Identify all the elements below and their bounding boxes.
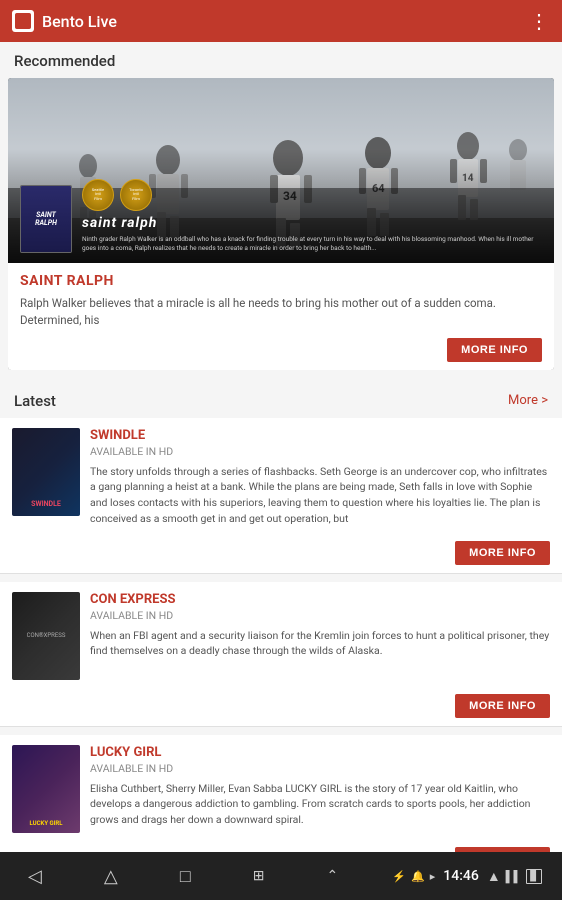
item-top-lucky: LUCKY GIRL AVAILABLE IN HD Elisha Cuthbe… [0, 735, 562, 833]
recommended-header: Recommended [0, 42, 562, 78]
item-footer-lucky: MORE INFO [0, 833, 562, 853]
item-title-swindle: SWINDLE [90, 428, 550, 443]
hero-info-right: SeattleIntlFilm TorontoIntlFilm saint ra… [82, 179, 542, 253]
hero-awards: SeattleIntlFilm TorontoIntlFilm [82, 179, 542, 211]
app-icon-inner [15, 13, 31, 29]
con-more-info-button[interactable]: MORE INFO [455, 694, 550, 718]
poster-swindle [12, 428, 80, 516]
home-button[interactable]: △ [96, 858, 126, 895]
list-item: CON EXPRESS AVAILABLE IN HD When an FBI … [0, 582, 562, 727]
hero-poster-title: SAINTRALPH [35, 211, 57, 227]
item-title-lucky: LUCKY GIRL [90, 745, 550, 760]
item-footer-con: MORE INFO [0, 680, 562, 726]
sync-icon: 🔔 [411, 870, 425, 883]
signal-icon: ▌▌ [506, 870, 522, 883]
item-top-con: CON EXPRESS AVAILABLE IN HD When an FBI … [0, 582, 562, 680]
battery-icon: ▊ [526, 869, 542, 884]
item-info-swindle: SWINDLE AVAILABLE IN HD The story unfold… [90, 428, 550, 527]
hero-poster: SAINTRALPH [20, 185, 72, 253]
hero-film-title: SAINT RALPH [20, 273, 542, 289]
wifi-icon: ▲ [487, 868, 501, 885]
app-title: Bento Live [42, 12, 117, 31]
poster-con-bg [12, 592, 80, 680]
hero-film-desc: Ralph Walker believes that a miracle is … [20, 295, 542, 330]
award-badge-2: TorontoIntlFilm [120, 179, 152, 211]
list-item: LUCKY GIRL AVAILABLE IN HD Elisha Cuthbe… [0, 735, 562, 853]
hero-film-title-styled: saint ralph [82, 215, 542, 231]
item-availability-swindle: AVAILABLE IN HD [90, 445, 550, 458]
list-item: SWINDLE AVAILABLE IN HD The story unfold… [0, 418, 562, 574]
item-top-swindle: SWINDLE AVAILABLE IN HD The story unfold… [0, 418, 562, 527]
bottom-navigation: ◁ △ □ ⊞ ⌃ ⚡ 🔔 ▸ 14:46 ▲ ▌▌ ▊ [0, 852, 562, 900]
hero-poster-inner: SAINTRALPH [21, 186, 71, 252]
charge-icon: ▸ [430, 870, 436, 883]
item-footer-swindle: MORE INFO [0, 527, 562, 573]
item-info-lucky: LUCKY GIRL AVAILABLE IN HD Elisha Cuthbe… [90, 745, 550, 833]
item-info-con: CON EXPRESS AVAILABLE IN HD When an FBI … [90, 592, 550, 680]
item-availability-lucky: AVAILABLE IN HD [90, 762, 550, 775]
award-1-text: SeattleIntlFilm [92, 188, 104, 202]
hero-overlay-desc: Ninth grader Ralph Walker is an oddball … [82, 235, 542, 253]
item-desc-swindle: The story unfolds through a series of fl… [90, 464, 550, 527]
award-2-text: TorontoIntlFilm [129, 188, 143, 202]
poster-con [12, 592, 80, 680]
poster-swindle-bg [12, 428, 80, 516]
poster-lucky-bg [12, 745, 80, 833]
signal-icons: ▲ ▌▌ ▊ [487, 868, 542, 885]
item-availability-con: AVAILABLE IN HD [90, 609, 550, 622]
hero-card: 34 64 [8, 78, 554, 370]
usb-icon: ⚡ [392, 870, 406, 883]
hero-image: 34 64 [8, 78, 554, 263]
recents-button[interactable]: □ [172, 858, 199, 895]
hero-more-info-button[interactable]: MORE INFO [447, 338, 542, 362]
latest-section-header: Latest More > [0, 382, 562, 418]
clock: 14:46 [443, 868, 479, 884]
status-icons: ⚡ 🔔 ▸ [392, 870, 435, 883]
award-badge-1: SeattleIntlFilm [82, 179, 114, 211]
app-branding: Bento Live [12, 10, 117, 32]
top-bar: Bento Live ⋮ [0, 0, 562, 42]
app-icon [12, 10, 34, 32]
item-desc-lucky: Elisha Cuthbert, Sherry Miller, Evan Sab… [90, 781, 550, 828]
main-content: Recommended [0, 42, 562, 852]
menu-button[interactable]: ⋮ [529, 9, 550, 33]
poster-lucky [12, 745, 80, 833]
latest-more-link[interactable]: More > [508, 393, 548, 408]
expand-button[interactable]: ⌃ [319, 860, 347, 892]
screenshot-button[interactable]: ⊞ [245, 860, 273, 892]
status-bar-right: ⚡ 🔔 ▸ 14:46 ▲ ▌▌ ▊ [392, 868, 542, 885]
swindle-more-info-button[interactable]: MORE INFO [455, 541, 550, 565]
latest-title: Latest [14, 392, 56, 410]
hero-card-body: SAINT RALPH Ralph Walker believes that a… [8, 263, 554, 370]
item-desc-con: When an FBI agent and a security liaison… [90, 628, 550, 660]
back-button[interactable]: ◁ [20, 858, 50, 895]
hero-overlay: SAINTRALPH SeattleIntlFilm TorontoIntlFi… [8, 149, 554, 263]
item-title-con: CON EXPRESS [90, 592, 550, 607]
